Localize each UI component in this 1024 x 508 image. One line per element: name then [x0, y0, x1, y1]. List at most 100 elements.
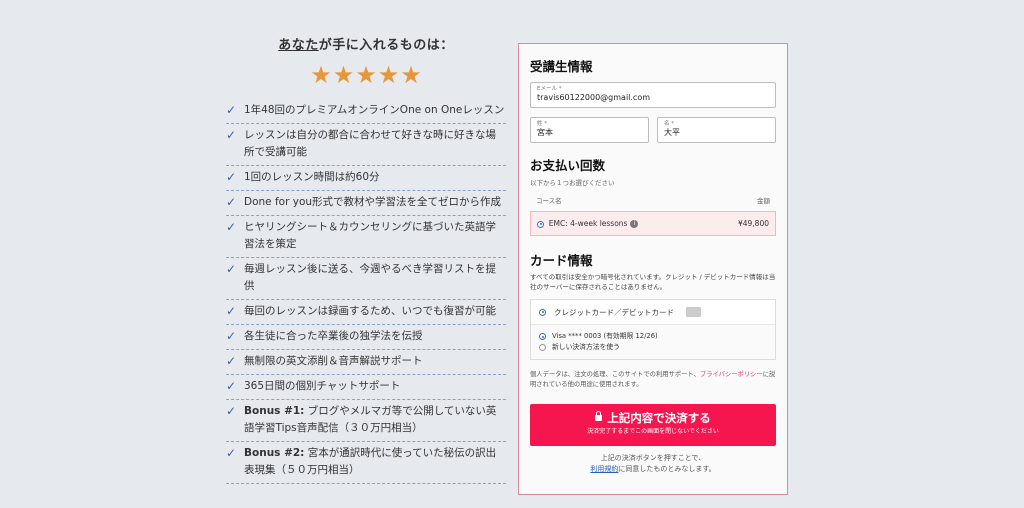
heading-text: が手に入れるものは： — [318, 38, 454, 53]
checkmark-icon: ✓ — [226, 404, 237, 418]
benefit-item: ✓ 365日間の個別チャットサポート — [226, 375, 506, 400]
benefit-text: Bonus #2: 宮本が通訳時代に使っていた秘伝の訳出表現集（５０万円相当） — [244, 445, 506, 479]
benefit-bonus-label: Bonus #1: — [244, 405, 305, 417]
email-value: travis60122000@gmail.com — [537, 93, 651, 102]
benefit-text: Bonus #1: ブログやメルマガ等で公開していない英語学習Tips音声配信（… — [244, 403, 506, 437]
checkmark-icon: ✓ — [226, 220, 237, 234]
benefit-item: ✓ 無制限の英文添削＆音声解説サポート — [226, 350, 506, 375]
checkmark-icon: ✓ — [226, 103, 237, 117]
star-icon: ★ — [377, 61, 400, 89]
benefit-item: ✓ 毎週レッスン後に送る、今週やるべき学習リストを提供 — [226, 258, 506, 300]
checkmark-icon: ✓ — [226, 128, 237, 142]
benefit-item: ✓ 1年48回のプレミアムオンラインOne on Oneレッスン — [226, 99, 506, 124]
new-method-radio[interactable] — [539, 344, 546, 351]
first-name-field[interactable]: 名 * 大平 — [657, 117, 776, 143]
price-column-header: 金額 — [757, 197, 770, 205]
course-column-header: コース名 — [536, 197, 562, 205]
benefits-heading: あなたが手に入れるものは： — [226, 34, 506, 53]
last-name-field[interactable]: 姓 * 宮本 — [530, 117, 649, 143]
benefit-text: Done for you形式で教材や学習法を全てゼロから作成 — [244, 194, 501, 211]
benefits-list: ✓ 1年48回のプレミアムオンラインOne on Oneレッスン ✓ レッスンは自分の… — [226, 99, 506, 484]
credit-card-option[interactable]: クレジットカード／デビットカード — [531, 300, 775, 325]
checkmark-icon: ✓ — [226, 446, 237, 460]
payment-count-title: お支払い回数 — [530, 158, 606, 173]
card-security-text: すべての取引は安全かつ暗号化されています。クレジット / デビットカード情報は当… — [530, 273, 776, 291]
benefits-panel: あなたが手に入れるものは： ★ ★ ★ ★ ★ ✓ 1年48回のプレミアムオンラインOne… — [226, 34, 506, 484]
checkmark-icon: ✓ — [226, 262, 237, 276]
privacy-policy-link[interactable]: プライバシーポリシー — [700, 371, 763, 378]
payment-methods: クレジットカード／デビットカード Visa **** 0003 (有効期限 12… — [530, 299, 776, 360]
checkmark-icon: ✓ — [226, 379, 237, 393]
benefit-description: 1年48回のプレミアムオンラインOne on Oneレッスン — [244, 104, 505, 116]
benefit-description: 無制限の英文添削＆音声解説サポート — [244, 355, 423, 367]
saved-card-label: Visa **** 0003 (有効期限 12/26) — [552, 332, 658, 340]
benefit-text: 毎週レッスン後に送る、今週やるべき学習リストを提供 — [244, 261, 506, 295]
payment-subtitle: 以下から１つお選びください — [530, 179, 615, 187]
benefit-item: ✓ Done for you形式で教材や学習法を全てゼロから作成 — [226, 191, 506, 216]
benefit-item: ✓ レッスンは自分の都合に合わせて好きな時に好きな場所で受講可能 — [226, 124, 506, 166]
card-info-title: カード情報 — [530, 253, 593, 268]
benefit-text: 1年48回のプレミアムオンラインOne on Oneレッスン — [244, 102, 504, 119]
benefit-text: 無制限の英文添削＆音声解説サポート — [244, 353, 423, 370]
benefit-text: 1回のレッスン時間は約60分 — [244, 169, 380, 186]
course-radio[interactable] — [537, 220, 544, 228]
star-icon: ★ — [310, 61, 332, 89]
benefit-item: ✓ Bonus #1: ブログやメルマガ等で公開していない英語学習Tips音声配信… — [226, 400, 506, 442]
benefit-text: レッスンは自分の都合に合わせて好きな時に好きな場所で受講可能 — [244, 127, 506, 161]
benefit-item: ✓ 1回のレッスン時間は約60分 — [226, 166, 506, 191]
benefit-description: 毎週レッスン後に送る、今週やるべき学習リストを提供 — [244, 263, 496, 292]
email-field[interactable]: Eメール * travis60122000@gmail.com — [530, 82, 776, 108]
new-method-label: 新しい決済方法を使う — [552, 343, 620, 351]
new-method-option[interactable]: 新しい決済方法を使う — [539, 342, 767, 353]
heading-emphasis: あなた — [278, 38, 319, 53]
saved-cards: Visa **** 0003 (有効期限 12/26) 新しい決済方法を使う — [531, 325, 775, 359]
benefit-item: ✓ 毎回のレッスンは録画するため、いつでも復習が可能 — [226, 300, 506, 325]
checkmark-icon: ✓ — [226, 195, 237, 209]
course-price: ¥49,800 — [737, 219, 769, 228]
saved-card-radio[interactable] — [539, 333, 546, 340]
star-icon: ★ — [355, 61, 377, 89]
submit-sublabel: 決済完了するまでこの画面を閉じないでください — [587, 428, 719, 435]
benefit-description: 各生徒に合った卒業後の独学法を伝授 — [244, 330, 423, 342]
first-name-value: 大平 — [664, 128, 680, 137]
star-icon: ★ — [400, 61, 422, 89]
course-table-header: コース名 金額 — [530, 187, 776, 211]
terms-line-2: に同意したものとみなします。 — [618, 465, 716, 473]
benefit-description: Done for you形式で教材や学習法を全てゼロから作成 — [244, 196, 502, 208]
terms-note: 上記の決済ボタンを押すことで、 利用規約に同意したものとみなします。 — [530, 453, 776, 475]
benefit-description: 1回のレッスン時間は約60分 — [244, 171, 380, 183]
benefit-description: レッスンは自分の都合に合わせて好きな時に好きな場所で受講可能 — [244, 129, 496, 158]
benefit-text: 365日間の個別チャットサポート — [244, 378, 400, 395]
benefit-item: ✓ Bonus #2: 宮本が通訳時代に使っていた秘伝の訳出表現集（５０万円相当） — [226, 442, 506, 484]
info-icon[interactable]: i — [630, 220, 639, 228]
credit-card-label: クレジットカード／デビットカード — [554, 307, 674, 317]
benefit-text: ヒヤリングシート＆カウンセリングに基づいた英語学習法を策定 — [244, 219, 506, 253]
saved-card-option[interactable]: Visa **** 0003 (有効期限 12/26) — [539, 331, 767, 342]
checkmark-icon: ✓ — [226, 170, 237, 184]
course-name: EMC: 4-week lessons — [548, 219, 628, 228]
last-name-value: 宮本 — [537, 128, 553, 137]
benefit-description: ヒヤリングシート＆カウンセリングに基づいた英語学習法を策定 — [244, 221, 496, 250]
credit-card-icon — [686, 307, 701, 317]
credit-card-radio[interactable] — [539, 308, 546, 316]
benefit-description: 毎回のレッスンは録画するため、いつでも復習が可能 — [244, 305, 496, 317]
star-rating: ★ ★ ★ ★ ★ — [226, 63, 506, 87]
benefit-text: 各生徒に合った卒業後の独学法を伝授 — [244, 328, 423, 345]
checkmark-icon: ✓ — [226, 304, 237, 318]
benefit-bonus-label: Bonus #2: — [244, 447, 305, 459]
course-option[interactable]: EMC: 4-week lessons i ¥49,800 — [530, 211, 776, 236]
lock-icon — [595, 410, 603, 421]
terms-link[interactable]: 利用規約 — [590, 465, 618, 473]
privacy-note: 個人データは、注文の処理、このサイトでの利用サポート、プライバシーポリシーに説明… — [530, 370, 776, 390]
student-info-title: 受講生情報 — [530, 59, 593, 74]
checkmark-icon: ✓ — [226, 354, 237, 368]
checkmark-icon: ✓ — [226, 329, 237, 343]
star-icon: ★ — [332, 61, 355, 89]
checkout-form: 受講生情報 Eメール * travis60122000@gmail.com 姓 … — [518, 43, 788, 495]
benefit-item: ✓ ヒヤリングシート＆カウンセリングに基づいた英語学習法を策定 — [226, 216, 506, 258]
submit-payment-button[interactable]: 上記内容で決済する 決済完了するまでこの画面を閉じないでください — [530, 404, 776, 446]
submit-label: 上記内容で決済する — [607, 411, 711, 425]
terms-line-1: 上記の決済ボタンを押すことで、 — [600, 454, 706, 462]
benefit-text: 毎回のレッスンは録画するため、いつでも復習が可能 — [244, 303, 496, 320]
privacy-text-pre: 個人データは、注文の処理、このサイトでの利用サポート、 — [530, 371, 700, 378]
